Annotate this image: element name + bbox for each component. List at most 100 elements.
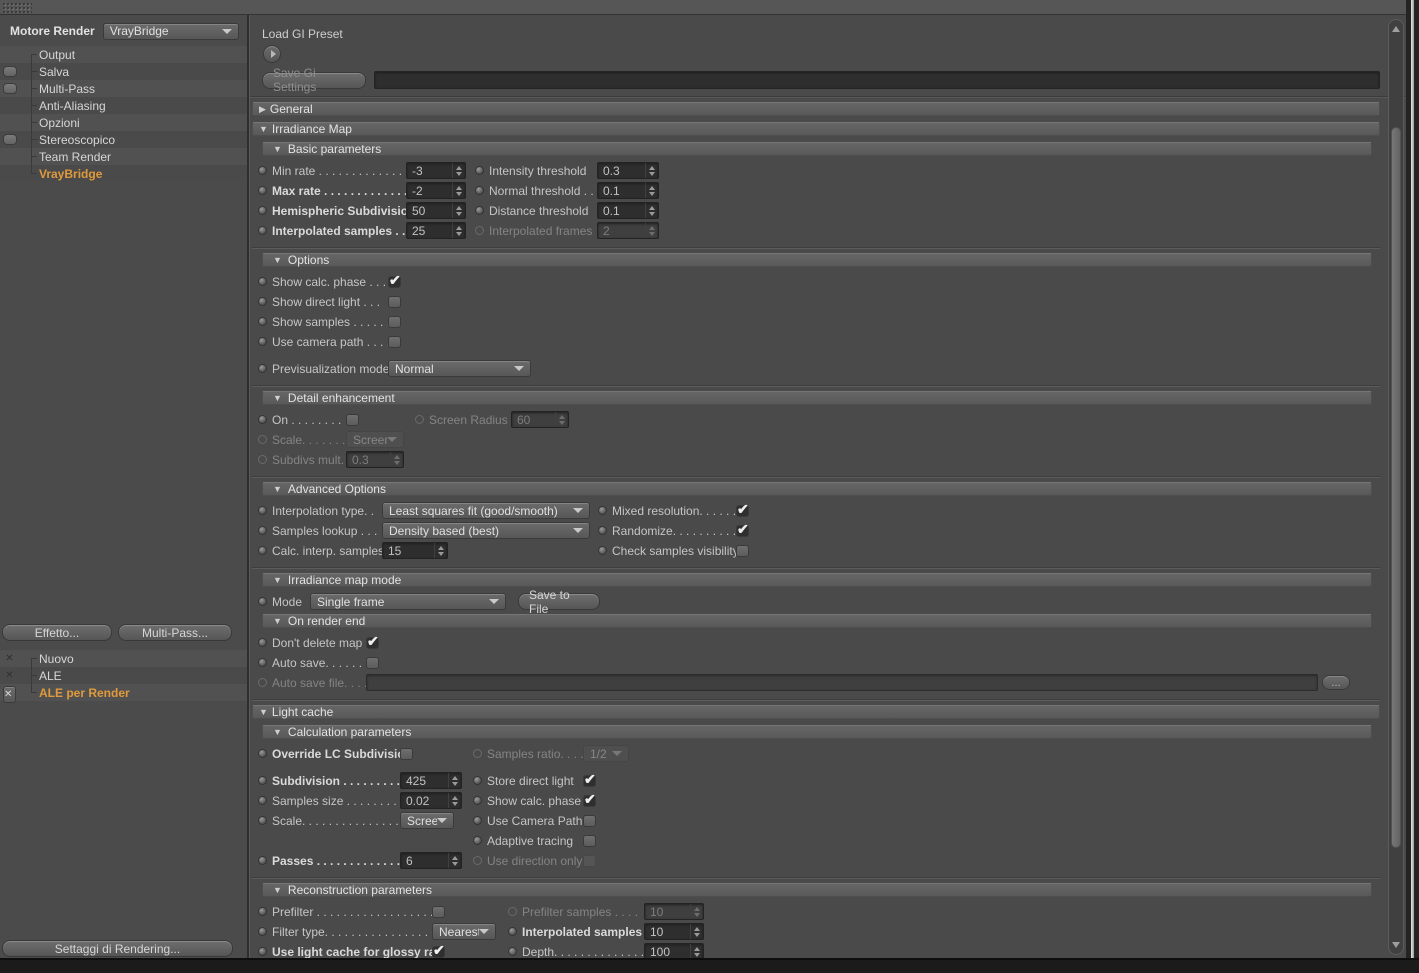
param-dot: [258, 597, 267, 606]
interpolation-type-select[interactable]: Least squares fit (good/smooth): [382, 502, 590, 519]
use-camera-path-checkbox[interactable]: [583, 814, 596, 827]
max-rate-label: Max rate . . . . . . . . . . . . . .: [272, 183, 406, 198]
panel-grip-icon[interactable]: [2, 2, 32, 13]
sidebar-item-multi-pass[interactable]: Multi-Pass: [0, 80, 247, 97]
sidebar-item-stereoscopico[interactable]: Stereoscopico: [0, 131, 247, 148]
spinner-arrows-icon[interactable]: [448, 773, 461, 788]
spinner-arrows-icon[interactable]: [452, 203, 465, 218]
scroll-down-button[interactable]: [1389, 938, 1403, 952]
scrollbar-thumb[interactable]: [1391, 127, 1401, 848]
show-calc-phase-checkbox[interactable]: ✔: [583, 791, 596, 807]
check-samples-visibility-checkbox[interactable]: [736, 544, 749, 557]
mixed-resolution-checkbox[interactable]: ✔: [736, 501, 749, 517]
section-header-irradiance-map[interactable]: ▼ Irradiance Map: [252, 122, 1380, 136]
render-settings-button[interactable]: Settaggi di Rendering...: [2, 940, 233, 957]
sidebar-item-output[interactable]: Output: [0, 46, 247, 63]
spinner-arrows-icon[interactable]: [434, 543, 447, 558]
samples-size-spinner[interactable]: 0.02: [400, 792, 462, 809]
spinner-arrows-icon[interactable]: [645, 183, 658, 198]
param-dot: [258, 796, 267, 805]
max-rate-value: -2: [412, 183, 423, 198]
sidebar-item-anti-aliasing[interactable]: Anti-Aliasing: [0, 97, 247, 114]
samples-lookup-select[interactable]: Density based (best): [382, 522, 590, 539]
hemispheric-subdivision-spinner[interactable]: 50: [406, 202, 466, 219]
arrow-down-icon: [694, 932, 700, 937]
triangle-down-icon: ▼: [273, 885, 282, 895]
spinner-arrows-icon[interactable]: [690, 924, 703, 939]
render-engine-select[interactable]: VrayBridge: [102, 22, 239, 40]
effetto-button[interactable]: Effetto...: [2, 624, 112, 641]
randomize-label: Randomize. . . . . . . . . . .: [612, 523, 736, 538]
randomize-checkbox[interactable]: ✔: [736, 521, 749, 537]
spinner-arrows-icon[interactable]: [448, 853, 461, 868]
use-camera-path-checkbox[interactable]: [388, 335, 401, 348]
spinner-arrows-icon[interactable]: [448, 793, 461, 808]
subsection-header-detail-enhancement[interactable]: ▼ Detail enhancement: [262, 391, 1372, 405]
scale-select[interactable]: Screen: [400, 812, 454, 829]
show-samples-checkbox[interactable]: [388, 315, 401, 328]
override-lc-subdivision-checkbox[interactable]: [400, 747, 413, 760]
save-to-file-button[interactable]: Save to File: [518, 588, 600, 616]
effect-item-nuovo[interactable]: ✕ Nuovo: [0, 650, 247, 667]
subdivision-spinner[interactable]: 425: [400, 772, 462, 789]
use-light-cache-for-glossy-rays-checkbox[interactable]: ✔: [432, 942, 445, 958]
sidebar-item-opzioni[interactable]: Opzioni: [0, 114, 247, 131]
effect-item-ale[interactable]: ✕ ALE: [0, 667, 247, 684]
spinner-arrows-icon[interactable]: [645, 203, 658, 218]
subsection-header-irradiance-map-mode[interactable]: ▼ Irradiance map mode: [262, 573, 1372, 587]
calc-interp-samples-spinner[interactable]: 15: [382, 542, 448, 559]
interpolated-samples-spinner[interactable]: 10: [644, 923, 704, 940]
settings-sections: ▶ General ▼ Irradiance Map ▼ Basic parameters…: [252, 100, 1384, 958]
spinner-arrows-icon[interactable]: [452, 223, 465, 238]
sidebar-item-vraybridge[interactable]: VrayBridge: [0, 165, 247, 182]
spinner-arrows-icon[interactable]: [690, 944, 703, 958]
mode-select[interactable]: Single frame: [310, 593, 506, 610]
store-direct-light-checkbox[interactable]: ✔: [583, 771, 596, 787]
multipass-button[interactable]: Multi-Pass...: [118, 624, 232, 641]
subsection-header-options[interactable]: ▼ Options: [262, 253, 1372, 267]
don-t-delete-map-checkbox[interactable]: ✔: [366, 633, 379, 649]
subsection-header-basic-parameters[interactable]: ▼ Basic parameters: [262, 142, 1372, 156]
intensity-threshold-spinner[interactable]: 0.3: [597, 162, 659, 179]
normal-threshold-spinner[interactable]: 0.1: [597, 182, 659, 199]
auto-save-checkbox[interactable]: [366, 656, 379, 669]
on-checkbox[interactable]: [346, 413, 359, 426]
sidebar-item-team-render[interactable]: Team Render: [0, 148, 247, 165]
subsection-header-advanced-options[interactable]: ▼ Advanced Options: [262, 482, 1372, 496]
min-rate-spinner[interactable]: -3: [406, 162, 466, 179]
spinner-arrows-icon[interactable]: [452, 183, 465, 198]
prefilter-checkbox[interactable]: [432, 905, 445, 918]
gi-preset-menu-button[interactable]: [263, 45, 281, 63]
scrollbar[interactable]: [1388, 19, 1404, 955]
subsection-header-on-render-end[interactable]: ▼ On render end: [262, 614, 1372, 628]
spinner-arrows-icon[interactable]: [452, 163, 465, 178]
save-gi-settings-button[interactable]: Save Gi Settings: [262, 66, 366, 94]
filter-type-select[interactable]: Nearest: [432, 923, 496, 940]
interpolated-samples-spinner[interactable]: 25: [406, 222, 466, 239]
checkmark-icon: ✔: [584, 790, 596, 807]
distance-threshold-spinner[interactable]: 0.1: [597, 202, 659, 219]
sidebar-item-salva[interactable]: Salva: [0, 63, 247, 80]
subsection-header-reconstruction-parameters[interactable]: ▼ Reconstruction parameters: [262, 883, 1372, 897]
subsection-header-calculation-parameters[interactable]: ▼ Calculation parameters: [262, 725, 1372, 739]
scroll-up-button[interactable]: [1389, 22, 1403, 36]
spinner-arrows-icon[interactable]: [645, 163, 658, 178]
param-dot: [258, 297, 267, 306]
max-rate-spinner[interactable]: -2: [406, 182, 466, 199]
enable-toggle[interactable]: [3, 134, 17, 145]
param-dot: [473, 776, 482, 785]
passes-spinner[interactable]: 6: [400, 852, 462, 869]
depth-spinner[interactable]: 100: [644, 943, 704, 958]
enable-toggle[interactable]: [3, 83, 17, 94]
adaptive-tracing-checkbox[interactable]: [583, 834, 596, 847]
previsualization-mode-select[interactable]: Normal: [388, 360, 531, 377]
gi-settings-path-field[interactable]: [374, 71, 1380, 89]
section-header-light-cache[interactable]: ▼ Light cache: [252, 705, 1380, 719]
effect-item-ale-per-render[interactable]: ✕ ALE per Render: [0, 684, 247, 703]
item-button[interactable]: ...: [1322, 675, 1350, 690]
show-direct-light-checkbox[interactable]: [388, 295, 401, 308]
section-header-general[interactable]: ▶ General: [252, 102, 1380, 116]
show-calc-phase-checkbox[interactable]: ✔: [388, 272, 401, 288]
enable-toggle[interactable]: [3, 66, 17, 77]
param-dot: [258, 455, 267, 464]
